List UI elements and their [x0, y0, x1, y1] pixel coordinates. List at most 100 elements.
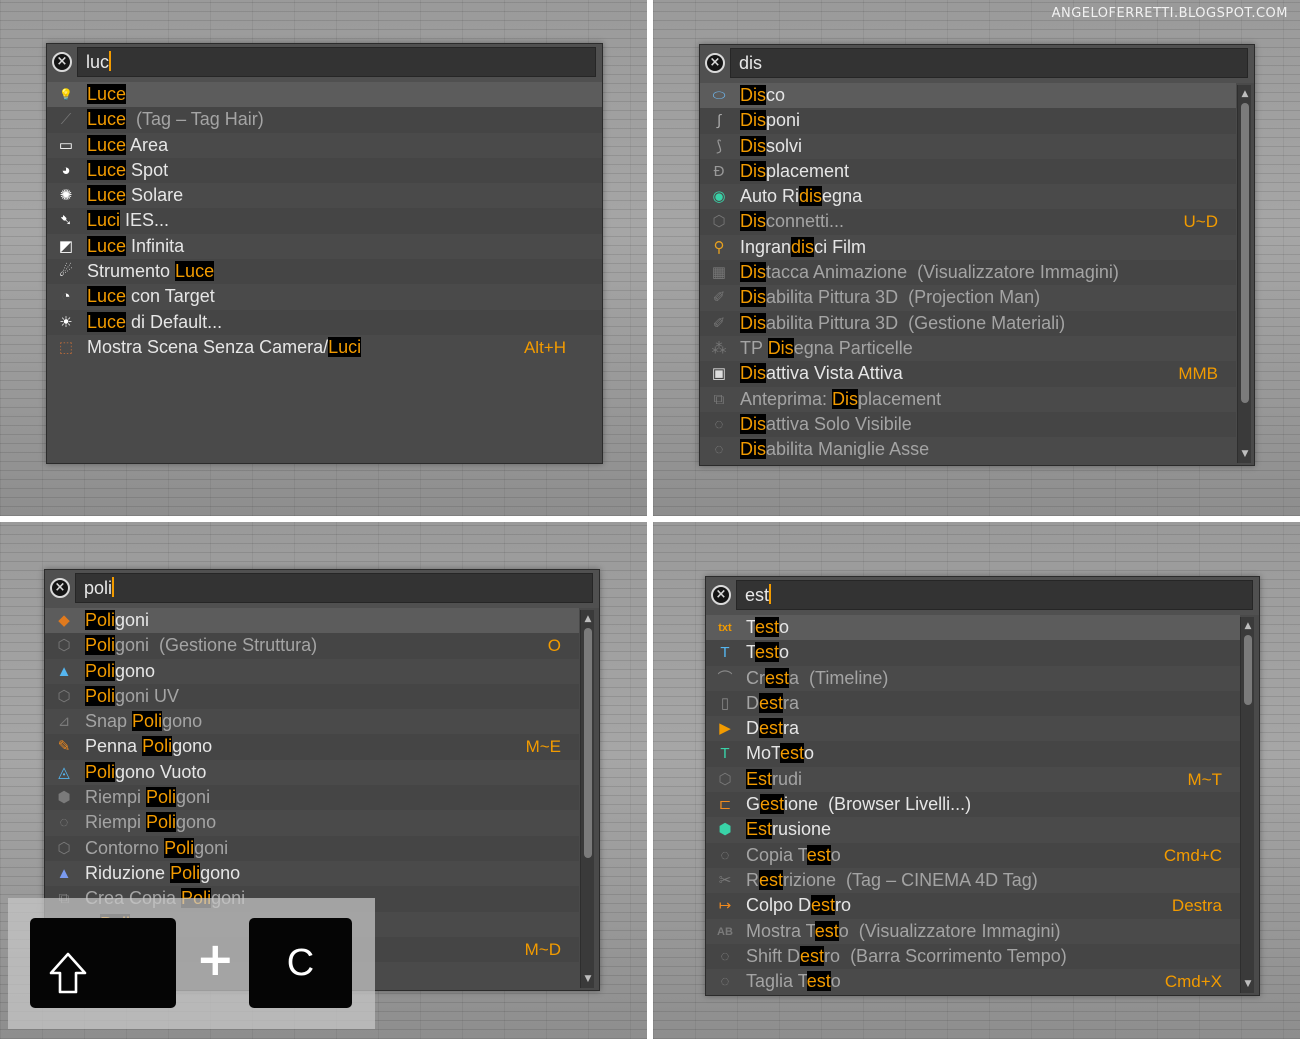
result-item[interactable]: ☀ Luce di Default... — [47, 309, 602, 335]
dotted-circle-icon: ◌ — [714, 441, 724, 459]
scroll-up-icon[interactable]: ▲ — [1238, 87, 1252, 101]
result-item[interactable]: txt Testo — [706, 615, 1240, 641]
infinite-light-icon: ◩ — [58, 237, 74, 255]
commander-header: × est — [706, 577, 1259, 615]
scroll-up-icon[interactable]: ▲ — [581, 612, 595, 626]
item-label-post: attiva Vista Attiva — [766, 363, 903, 384]
result-item[interactable]: ◌ Disattiva Solo Visibile — [700, 411, 1236, 438]
scrollbar[interactable]: ▲ ▼ — [580, 610, 594, 988]
result-item[interactable]: ⟆ Dissolvi — [700, 134, 1236, 159]
item-label-post: Infinita — [126, 235, 185, 256]
scroll-up-icon[interactable]: ▲ — [1241, 619, 1255, 633]
result-item[interactable]: ◌ Copia Testo Cmd+C — [706, 842, 1240, 868]
result-item[interactable]: ◬ Poligono Vuoto — [45, 760, 579, 785]
result-item[interactable]: ▲ Poligono — [45, 659, 579, 684]
result-item[interactable]: ▶ Destra — [706, 716, 1240, 741]
close-icon[interactable]: × — [50, 578, 70, 598]
result-item[interactable]: ⬢ Estrusione — [706, 817, 1240, 842]
item-label-pre: Riempi — [85, 787, 147, 808]
result-item[interactable]: ◌ Disabilita Maniglie Asse — [700, 437, 1236, 462]
result-item[interactable]: ✐ Disabilita Pittura 3D (Projection Man) — [700, 285, 1236, 310]
result-item[interactable]: ◩ Luce Infinita — [47, 234, 602, 259]
item-label-post: IES... — [120, 210, 170, 231]
result-item[interactable]: ▦ Distacca Animazione (Visualizzatore Imm… — [700, 260, 1236, 286]
result-item[interactable]: ⬡ Contorno Poligoni — [45, 835, 579, 861]
result-item[interactable]: ◌ Shift Destro (Barra Scorrimento Tempo) — [706, 943, 1240, 970]
item-label-suffix: (Tag – Tag Hair) — [126, 109, 264, 130]
item-label-pre: T — [746, 617, 755, 637]
scroll-down-icon[interactable]: ▼ — [581, 972, 595, 986]
item-label-match: Dis — [740, 439, 766, 460]
scene-icon: ⬚ — [58, 338, 74, 356]
item-label-post: ro — [835, 895, 852, 916]
result-item[interactable]: ⬡ Disconnetti... U~D — [700, 209, 1236, 235]
result-item[interactable]: ⌒ Cresta (Timeline) — [706, 666, 1240, 691]
dotted-circle-icon: ◌ — [720, 947, 730, 965]
result-item[interactable]: ⬭ Disco — [700, 83, 1236, 109]
result-item[interactable]: ⬡ Poligoni (Gestione Struttura) O — [45, 633, 579, 659]
item-label-match: Poli — [85, 635, 116, 656]
item-label-post: gono Vuoto — [115, 761, 207, 782]
result-item[interactable]: ▣ Disattiva Vista Attiva MMB — [700, 361, 1236, 387]
result-item[interactable]: ◌ Taglia Testo Cmd+X — [706, 969, 1240, 994]
result-item[interactable]: ⬡ Poligoni UV — [45, 683, 579, 710]
result-item[interactable]: ⬢ Riempi Poligoni — [45, 785, 579, 811]
result-item[interactable]: ⚲ Ingrandisci Film — [700, 235, 1236, 260]
scroll-down-icon[interactable]: ▼ — [1241, 977, 1255, 991]
result-item[interactable]: ⧉ Anteprima: Displacement — [700, 387, 1236, 412]
search-input[interactable]: luc — [77, 47, 596, 77]
result-item[interactable]: ✺ Luce Solare — [47, 183, 602, 208]
result-item[interactable]: ∫ Disponi — [700, 108, 1236, 134]
scrollbar[interactable]: ▲ ▼ — [1237, 85, 1251, 463]
scrollbar[interactable]: ▲ ▼ — [1240, 617, 1254, 993]
result-item[interactable]: 💡 Luce — [47, 82, 602, 108]
item-label-pre: Mostra T — [746, 920, 815, 941]
result-item[interactable]: ▯ Destra — [706, 690, 1240, 717]
result-item[interactable]: ↦ Colpo Destro Destra — [706, 893, 1240, 919]
result-item[interactable]: ◉ Auto Ridisegna — [700, 184, 1236, 209]
result-item[interactable]: ➷ Luci IES... — [47, 208, 602, 234]
item-label-match: Luce — [87, 286, 127, 307]
result-item[interactable]: ⬚ Mostra Scena Senza Camera/Luci Alt+H — [47, 335, 602, 360]
result-item[interactable]: ◌ Riempi Poligono — [45, 810, 579, 835]
search-query: poli — [84, 578, 113, 598]
result-item[interactable]: Ð Displacement — [700, 158, 1236, 185]
result-item[interactable]: AB Mostra Testo (Visualizzatore Immagini) — [706, 919, 1240, 944]
result-item[interactable]: ▲ Riduzione Poligono — [45, 861, 579, 886]
result-item[interactable]: ⊏ Gestione (Browser Livelli...) — [706, 792, 1240, 818]
item-label-match: Dis — [740, 363, 766, 384]
result-item[interactable]: ☄ Strumento Luce — [47, 259, 602, 285]
search-input[interactable]: poli — [75, 573, 593, 603]
result-item[interactable]: ⊿ Snap Poligono — [45, 709, 579, 734]
result-item[interactable]: ◕ Luce Spot — [47, 157, 602, 184]
item-label-match: Poli — [85, 660, 116, 681]
result-item[interactable]: ✐ Disabilita Pittura 3D (Gestione Materia… — [700, 310, 1236, 336]
result-item[interactable]: ⟋ Luce (Tag – Tag Hair) — [47, 107, 602, 133]
search-input[interactable]: dis — [730, 48, 1248, 78]
result-item[interactable]: ⁂ TP Disegna Particelle — [700, 336, 1236, 361]
close-icon[interactable]: × — [52, 52, 72, 72]
search-input[interactable]: est — [736, 580, 1253, 610]
scroll-thumb[interactable] — [584, 628, 592, 858]
scroll-down-icon[interactable]: ▼ — [1238, 447, 1252, 461]
scroll-thumb[interactable] — [1244, 635, 1252, 705]
zoom-film-icon: ⚲ — [713, 238, 725, 256]
result-item[interactable]: ⬡ Estrudi M~T — [706, 767, 1240, 792]
result-item[interactable]: ◔ Luce con Target — [47, 284, 602, 309]
result-item[interactable]: ▭ Luce Area — [47, 133, 602, 158]
scroll-thumb[interactable] — [1241, 103, 1249, 403]
item-label-match: Dis — [740, 160, 766, 181]
viewport-background: ANGELOFERRETTI.BLOGSPOT.COM × dis ⬭ Disco… — [653, 0, 1300, 516]
close-icon[interactable]: × — [711, 585, 731, 605]
pen-icon: ✎ — [57, 738, 71, 756]
result-item[interactable]: T Testo — [706, 640, 1240, 666]
result-item[interactable]: T MoTesto — [706, 741, 1240, 767]
motext-icon: T — [720, 745, 730, 763]
result-item[interactable]: ✎ Penna Poligono M~E — [45, 734, 579, 760]
close-icon[interactable]: × — [705, 53, 725, 73]
result-item[interactable]: ◆ Poligoni — [45, 608, 579, 634]
item-label-pre: MoT — [746, 743, 781, 764]
result-item[interactable]: ✂ Restrizione (Tag – CINEMA 4D Tag) — [706, 868, 1240, 893]
item-label-suffix: (Tag – CINEMA 4D Tag) — [836, 869, 1038, 890]
item-label-post: rudi — [772, 768, 803, 789]
